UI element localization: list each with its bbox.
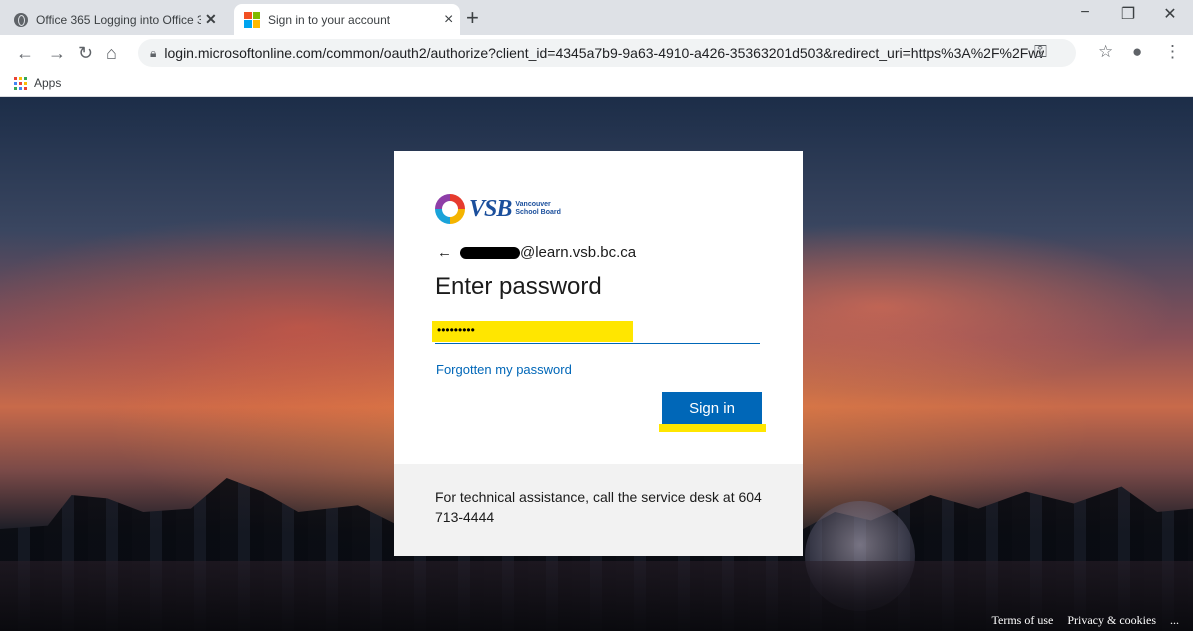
tab-office365-logging[interactable]: Office 365 Logging into Office 365 ✕: [14, 4, 230, 35]
privacy-cookies-link[interactable]: Privacy & cookies: [1067, 613, 1156, 628]
sign-in-highlight: [659, 424, 766, 432]
page-footer: Terms of use Privacy & cookies ...: [992, 609, 1193, 631]
redacted-username: [460, 246, 520, 259]
reload-icon[interactable]: ↻: [78, 43, 93, 64]
browser-toolbar: ← → ↻ ⌂ 🔒︎ login.microsoftonline.com/com…: [0, 35, 1193, 71]
tab-close-icon[interactable]: ×: [444, 11, 453, 29]
password-input[interactable]: •••••••••: [432, 321, 760, 344]
page-title: Enter password: [435, 273, 602, 300]
tab-strip: Office 365 Logging into Office 365 ✕ Sig…: [0, 0, 1193, 35]
star-icon[interactable]: ☆: [1098, 42, 1113, 62]
globe-icon: [14, 12, 28, 27]
signin-card-footer: For technical assistance, call the servi…: [394, 464, 803, 556]
vsb-logo: VSB Vancouver School Board: [435, 194, 561, 224]
signin-card-main: VSB Vancouver School Board ← @learn.vsb.…: [394, 151, 803, 464]
vsb-emblem-icon: [435, 194, 465, 224]
menu-icon[interactable]: ⋮: [1164, 42, 1181, 62]
home-icon[interactable]: ⌂: [106, 43, 117, 64]
sign-in-button[interactable]: Sign in: [662, 392, 762, 424]
address-bar[interactable]: 🔒︎ login.microsoftonline.com/common/oaut…: [138, 39, 1076, 67]
identity-banner[interactable]: ← @learn.vsb.bc.ca: [437, 244, 636, 261]
logo-mark: VSB: [469, 195, 512, 222]
page-background: VSB Vancouver School Board ← @learn.vsb.…: [0, 97, 1193, 631]
minimize-button[interactable]: −: [1065, 4, 1105, 22]
tab-title: Office 365 Logging into Office 365: [36, 12, 201, 27]
profile-icon[interactable]: ●: [1132, 42, 1142, 62]
logo-line1: Vancouver: [515, 201, 551, 208]
forward-icon[interactable]: →: [48, 43, 66, 64]
apps-label: Apps: [34, 76, 62, 90]
more-options-icon[interactable]: ...: [1170, 613, 1179, 628]
apps-shortcut[interactable]: Apps: [14, 76, 61, 90]
identity-domain: @learn.vsb.bc.ca: [520, 244, 637, 261]
new-tab-button[interactable]: +: [466, 5, 479, 31]
url-text: login.microsoftonline.com/common/oauth2/…: [164, 45, 1045, 61]
technical-assistance-text: For technical assistance, call the servi…: [435, 489, 762, 525]
logo-text: Vancouver School Board: [515, 201, 561, 217]
back-arrow-icon[interactable]: ←: [437, 244, 452, 261]
tab-title: Sign in to your account: [268, 12, 391, 27]
bookmarks-bar: Apps: [0, 71, 1193, 97]
signin-card: VSB Vancouver School Board ← @learn.vsb.…: [394, 151, 803, 556]
terms-of-use-link[interactable]: Terms of use: [992, 613, 1054, 628]
logo-line2: School Board: [515, 209, 561, 216]
apps-grid-icon: [14, 76, 27, 90]
close-window-button[interactable]: ✕: [1150, 4, 1190, 24]
restore-button[interactable]: ❐: [1108, 4, 1148, 24]
key-icon[interactable]: ⚿: [1034, 42, 1047, 62]
password-value: •••••••••: [437, 323, 475, 337]
tab-sign-in[interactable]: Sign in to your account ×: [234, 4, 460, 35]
lock-icon[interactable]: 🔒︎: [150, 46, 156, 61]
tab-close-icon[interactable]: ✕: [205, 11, 217, 28]
microsoft-logo-icon: [244, 11, 260, 28]
forgot-password-link[interactable]: Forgotten my password: [436, 362, 572, 377]
back-icon[interactable]: ←: [16, 43, 34, 64]
